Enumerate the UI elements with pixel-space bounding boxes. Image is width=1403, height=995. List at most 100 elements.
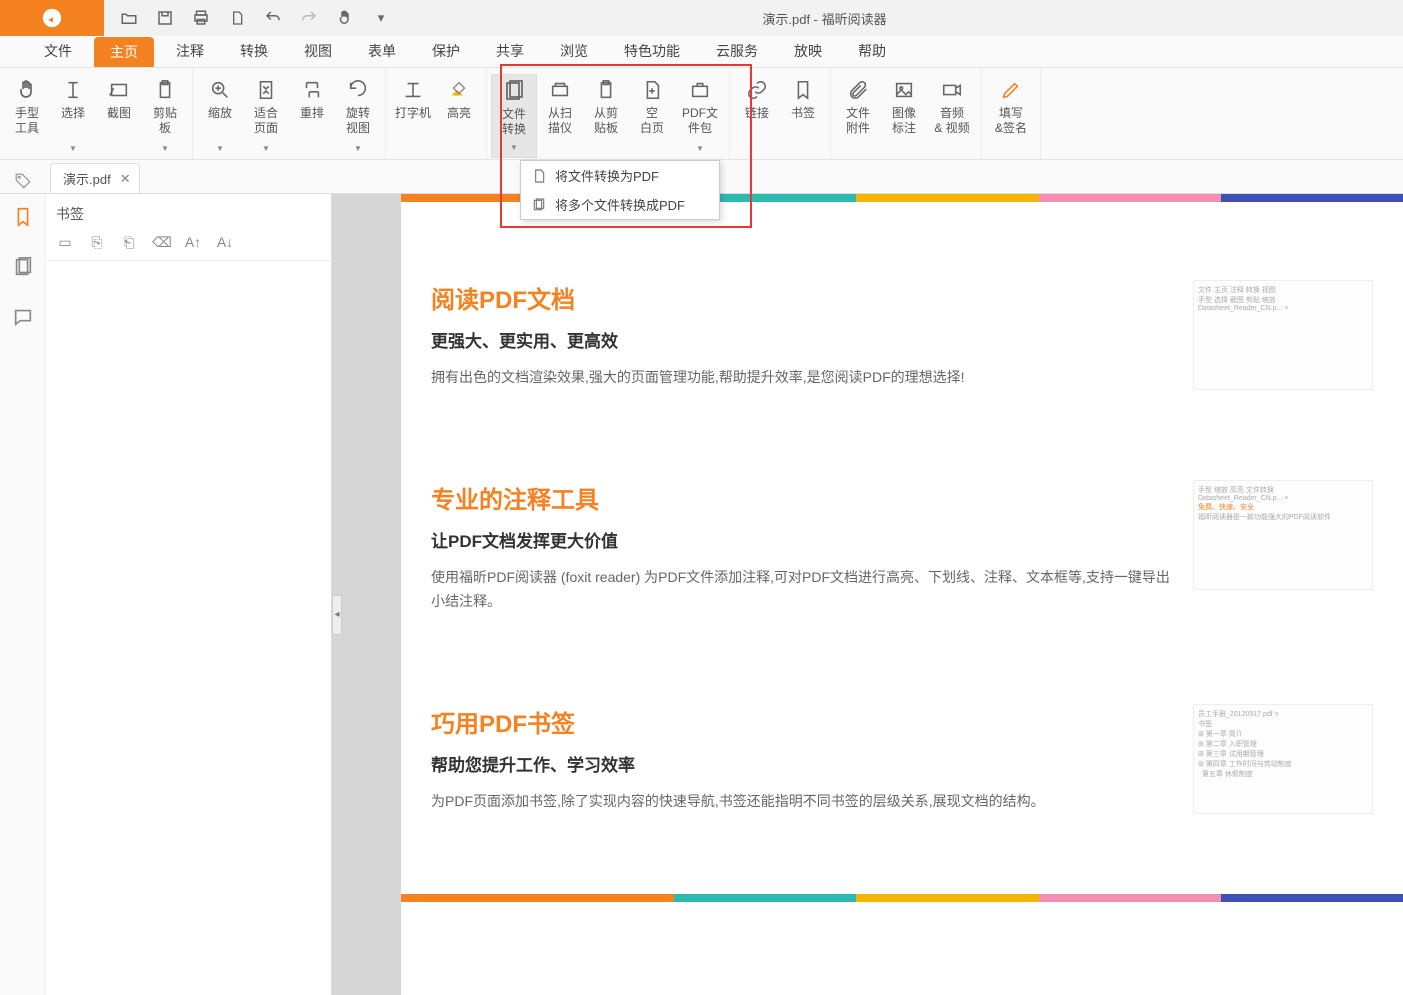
screenshot-icon (107, 78, 131, 102)
ribbon: 手型 工具 选择▼ 截图 剪贴 板▼ 缩放▼ 适合 页面▼ 重排 旋转 视图▼ … (0, 68, 1403, 160)
redo-icon[interactable] (300, 9, 318, 27)
rotate-icon (346, 78, 370, 102)
menu-cloud[interactable]: 云服务 (702, 35, 772, 67)
ribbon-reflow[interactable]: 重排 (289, 74, 335, 158)
bookmarks-title: 书签 (46, 194, 331, 230)
file-icon (531, 168, 547, 184)
menu-protect[interactable]: 保护 (418, 35, 474, 67)
ribbon-bookmark[interactable]: 书签 (780, 74, 826, 158)
ribbon-rotate[interactable]: 旋转 视图▼ (335, 74, 381, 158)
ribbon-from-clipboard[interactable]: 从剪 贴板 (583, 74, 629, 158)
dropdown-convert-multi[interactable]: 将多个文件转换成PDF (521, 190, 719, 219)
document-tab[interactable]: 演示.pdf ✕ (50, 163, 140, 193)
video-icon (940, 78, 964, 102)
briefcase-icon (688, 78, 712, 102)
section1-body: 拥有出色的文档渲染效果,强大的页面管理功能,帮助提升效率,是您阅读PDF的理想选… (431, 366, 1179, 390)
menu-browse[interactable]: 浏览 (546, 35, 602, 67)
nav-comments-icon[interactable] (12, 306, 34, 328)
doc-section-1: 阅读PDF文档 更强大、更实用、更高效 拥有出色的文档渲染效果,强大的页面管理功… (401, 202, 1403, 430)
reflow-icon (300, 78, 324, 102)
ribbon-image-annot[interactable]: 图像 标注 (881, 74, 927, 158)
ribbon-attachment[interactable]: 文件 附件 (835, 74, 881, 158)
file-convert-dropdown: 将文件转换为PDF 将多个文件转换成PDF (520, 160, 720, 220)
ribbon-from-scanner[interactable]: 从扫 描仪 (537, 74, 583, 158)
bm-new-icon[interactable]: ⎗ (120, 234, 138, 252)
tag-icon[interactable] (14, 172, 26, 193)
undo-icon[interactable] (264, 9, 282, 27)
ribbon-pdf-package[interactable]: PDF文 件包▼ (675, 74, 725, 158)
section3-thumbnail: 员工手册_20120917.pdf ×书签⊞ 第一章 简介⊞ 第二章 入职管理⊞… (1193, 704, 1373, 814)
hand-icon[interactable] (336, 9, 354, 27)
ribbon-select[interactable]: 选择▼ (50, 74, 96, 158)
document-canvas[interactable]: ◂ 阅读PDF文档 更强大、更实用、更高效 拥有出色的文档渲染效果,强大的页面管… (332, 194, 1403, 995)
section2-heading: 专业的注释工具 (431, 480, 1179, 515)
ribbon-screenshot[interactable]: 截图 (96, 74, 142, 158)
print-icon[interactable] (192, 9, 210, 27)
bm-add-icon[interactable]: ⎘ (88, 234, 106, 252)
section3-body: 为PDF页面添加书签,除了实现内容的快速导航,书签还能指明不同书签的层级关系,展… (431, 790, 1179, 814)
menu-home[interactable]: 主页 (94, 37, 154, 67)
typewriter-icon (401, 78, 425, 102)
menu-file[interactable]: 文件 (30, 35, 86, 67)
main-area: 书签 ▭ ⎘ ⎗ ⌫ A↑ A↓ ◂ 阅读PDF文档 更强大、更实用、更高效 拥… (0, 194, 1403, 995)
bm-expand-icon[interactable]: ▭ (56, 234, 74, 252)
clipboard-icon (594, 78, 618, 102)
fitpage-icon (254, 78, 278, 102)
decorative-stripe-bottom (401, 894, 1403, 902)
qa-dropdown-icon[interactable]: ▾ (372, 9, 390, 27)
quick-access-toolbar: ▾ (104, 9, 406, 27)
section2-subheading: 让PDF文档发挥更大价值 (431, 527, 1179, 552)
cursor-text-icon (61, 78, 85, 102)
file-convert-icon (502, 79, 526, 103)
ribbon-typewriter[interactable]: 打字机 (390, 74, 436, 158)
ribbon-file-convert[interactable]: 文件 转换▼ (491, 74, 537, 158)
pdf-page: 阅读PDF文档 更强大、更实用、更高效 拥有出色的文档渲染效果,强大的页面管理功… (401, 194, 1403, 995)
nav-pages-icon[interactable] (12, 256, 34, 278)
dropdown-convert-file[interactable]: 将文件转换为PDF (521, 161, 719, 190)
menu-convert[interactable]: 转换 (226, 35, 282, 67)
app-logo[interactable] (0, 0, 104, 36)
bm-delete-icon[interactable]: ⌫ (152, 234, 170, 252)
titlebar: ▾ 演示.pdf - 福昕阅读器 (0, 0, 1403, 36)
ribbon-zoom[interactable]: 缩放▼ (197, 74, 243, 158)
ribbon-hand-tool[interactable]: 手型 工具 (4, 74, 50, 158)
ribbon-fill-sign[interactable]: 填写 &签名 (986, 74, 1036, 158)
ribbon-highlight[interactable]: 高亮 (436, 74, 482, 158)
menu-help[interactable]: 帮助 (844, 35, 900, 67)
ribbon-audio-video[interactable]: 音频 & 视频 (927, 74, 977, 158)
section2-body: 使用福昕PDF阅读器 (foxit reader) 为PDF文件添加注释,可对P… (431, 566, 1179, 614)
nav-bookmark-icon[interactable] (12, 206, 34, 228)
blank-page-icon (640, 78, 664, 102)
highlight-icon (447, 78, 471, 102)
doc-section-2: 专业的注释工具 让PDF文档发挥更大价值 使用福昕PDF阅读器 (foxit r… (401, 430, 1403, 654)
ribbon-clipboard[interactable]: 剪贴 板▼ (142, 74, 188, 158)
hand-icon (15, 78, 39, 102)
menu-form[interactable]: 表单 (354, 35, 410, 67)
bookmarks-panel: 书签 ▭ ⎘ ⎗ ⌫ A↑ A↓ (46, 194, 332, 995)
open-icon[interactable] (120, 9, 138, 27)
clipboard-icon (153, 78, 177, 102)
menubar: 文件 主页 注释 转换 视图 表单 保护 共享 浏览 特色功能 云服务 放映 帮… (0, 36, 1403, 68)
document-tab-label: 演示.pdf (63, 169, 111, 188)
menu-annotate[interactable]: 注释 (162, 35, 218, 67)
section2-thumbnail: 手型 缩放 高亮 文件转换Datasheet_Reader_CN.p... ×免… (1193, 480, 1373, 590)
files-icon (531, 197, 547, 213)
bm-textsize-up-icon[interactable]: A↑ (184, 234, 202, 252)
menu-special[interactable]: 特色功能 (610, 35, 694, 67)
section3-subheading: 帮助您提升工作、学习效率 (431, 751, 1179, 776)
scanner-icon (548, 78, 572, 102)
ribbon-link[interactable]: 链接 (734, 74, 780, 158)
menu-share[interactable]: 共享 (482, 35, 538, 67)
ribbon-blank-page[interactable]: 空 白页 (629, 74, 675, 158)
bm-textsize-down-icon[interactable]: A↓ (216, 234, 234, 252)
page-icon[interactable] (228, 9, 246, 27)
menu-play[interactable]: 放映 (780, 35, 836, 67)
link-icon (745, 78, 769, 102)
save-icon[interactable] (156, 9, 174, 27)
ribbon-fitpage[interactable]: 适合 页面▼ (243, 74, 289, 158)
section1-heading: 阅读PDF文档 (431, 280, 1179, 315)
collapse-handle[interactable]: ◂ (332, 595, 342, 635)
doc-section-3: 巧用PDF书签 帮助您提升工作、学习效率 为PDF页面添加书签,除了实现内容的快… (401, 654, 1403, 854)
menu-view[interactable]: 视图 (290, 35, 346, 67)
close-icon[interactable]: ✕ (120, 171, 131, 187)
